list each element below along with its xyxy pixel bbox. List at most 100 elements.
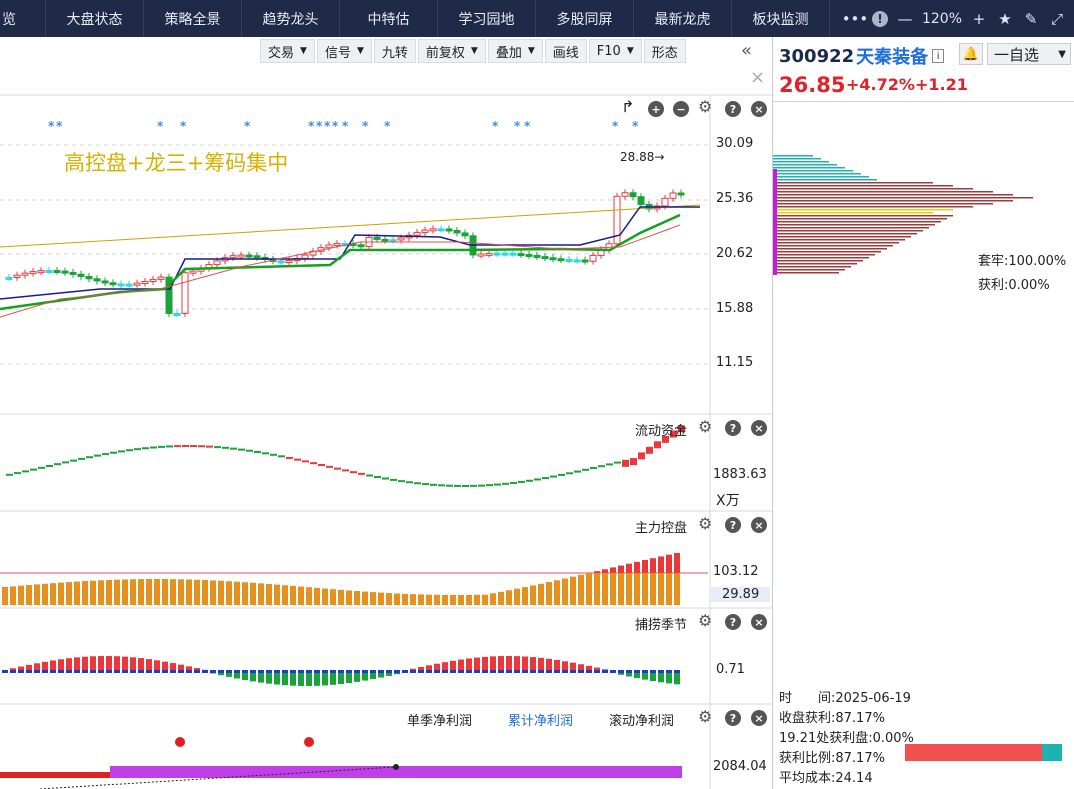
season-base-75 bbox=[602, 670, 608, 673]
flow-mark-33 bbox=[270, 453, 277, 456]
candle-body-10 bbox=[85, 275, 93, 280]
control-bar-28 bbox=[226, 581, 232, 605]
zoom-in-icon[interactable]: + bbox=[970, 10, 988, 28]
control-bar-11 bbox=[90, 580, 96, 605]
flow-mark-13 bbox=[110, 451, 117, 454]
help-icon[interactable]: ? bbox=[725, 101, 741, 117]
candle-body-55 bbox=[445, 228, 453, 232]
profit-tab-cumulative[interactable]: 累计净利润 bbox=[508, 710, 573, 729]
chip-at-price: 19.21处获利盘:0.00% bbox=[779, 731, 914, 746]
chip-bar-39 bbox=[773, 272, 839, 274]
candle-body-16 bbox=[133, 282, 141, 286]
season-base-77 bbox=[618, 670, 624, 673]
season-base-69 bbox=[554, 670, 560, 673]
flow-mark-57 bbox=[462, 484, 469, 487]
bell-icon[interactable]: 🔔 bbox=[959, 43, 983, 65]
candle-body-71 bbox=[573, 259, 581, 263]
tab-strategy[interactable]: 策略全景 bbox=[144, 0, 242, 37]
season-base-25 bbox=[202, 670, 208, 673]
control-settings-icon[interactable]: ⚙ bbox=[698, 514, 712, 533]
season-base-51 bbox=[410, 670, 416, 673]
control-bar-8 bbox=[66, 582, 72, 605]
tab-dragon-tiger[interactable]: 最新龙虎 bbox=[634, 0, 732, 37]
flow-panel-title: 流动资金 bbox=[635, 424, 688, 439]
control-bar-23 bbox=[186, 579, 192, 605]
control-bar-55 bbox=[442, 594, 448, 605]
control-bar-51 bbox=[410, 594, 416, 605]
flow-value: 1883.63 bbox=[713, 467, 767, 482]
profit-tab-quarter[interactable]: 单季净利润 bbox=[407, 710, 472, 729]
control-bar-72 bbox=[578, 574, 584, 605]
tab-overview[interactable]: 览 bbox=[0, 0, 46, 37]
chip-bar-31 bbox=[773, 248, 887, 250]
season-base-21 bbox=[170, 670, 176, 673]
season-bar-66 bbox=[530, 657, 536, 672]
candle-body-26 bbox=[213, 260, 221, 266]
tab-multi-stock[interactable]: 多股同屏 bbox=[536, 0, 634, 37]
flow-mark-0 bbox=[6, 473, 13, 476]
season-base-56 bbox=[450, 670, 456, 673]
control-bar-41 bbox=[330, 589, 336, 605]
control-bar-66 bbox=[530, 585, 536, 605]
profit-help-icon[interactable]: ? bbox=[725, 710, 741, 726]
profit-tab-rolling[interactable]: 滚动净利润 bbox=[609, 710, 674, 729]
season-base-0 bbox=[2, 670, 8, 673]
watchlist-button[interactable]: 一自选 ▼ bbox=[987, 43, 1071, 65]
season-base-16 bbox=[130, 670, 136, 673]
expand-icon[interactable]: ⤢ bbox=[1048, 10, 1066, 28]
season-base-28 bbox=[226, 670, 232, 673]
star-icon[interactable]: ★ bbox=[996, 10, 1014, 28]
profit-close-icon[interactable]: × bbox=[751, 710, 767, 726]
profit-marker-1 bbox=[175, 737, 185, 747]
control-bar-40 bbox=[322, 588, 328, 605]
tab-market-status[interactable]: 大盘状态 bbox=[46, 0, 144, 37]
control-bar-12 bbox=[98, 580, 104, 605]
chip-bar-20 bbox=[773, 215, 953, 217]
redo-icon[interactable]: ↱ bbox=[621, 97, 634, 116]
season-bar-14 bbox=[114, 656, 120, 672]
tab-learning[interactable]: 学习园地 bbox=[438, 0, 536, 37]
candle-body-51 bbox=[413, 231, 421, 236]
flow-mark-5 bbox=[46, 465, 53, 467]
chip-bar-1 bbox=[773, 158, 821, 160]
flow-mark-7 bbox=[62, 461, 69, 464]
close-icon[interactable]: × bbox=[751, 101, 767, 117]
flow-settings-icon[interactable]: ⚙ bbox=[698, 417, 712, 436]
flow-mark-56 bbox=[454, 484, 461, 487]
season-base-33 bbox=[266, 670, 272, 673]
candle-body-64 bbox=[517, 253, 525, 257]
flow-mark-71 bbox=[574, 470, 581, 473]
season-base-8 bbox=[66, 670, 72, 673]
season-base-61 bbox=[490, 670, 496, 673]
control-bar-21 bbox=[170, 579, 176, 605]
add-indicator-icon[interactable]: + bbox=[648, 101, 664, 117]
season-base-53 bbox=[426, 670, 432, 673]
price-label-4: 15.88 bbox=[716, 301, 754, 316]
control-bar-29 bbox=[234, 581, 240, 605]
stock-name[interactable]: 天秦装备 bbox=[856, 43, 928, 69]
alert-icon[interactable]: ! bbox=[871, 10, 888, 27]
candle-body-48 bbox=[389, 239, 397, 243]
profit-settings-icon[interactable]: ⚙ bbox=[698, 707, 712, 726]
chip-profit-ratio: 获利比例:87.17% bbox=[779, 751, 885, 766]
flow-help-icon[interactable]: ? bbox=[725, 420, 741, 436]
flow-close-icon[interactable]: × bbox=[751, 420, 767, 436]
control-help-icon[interactable]: ? bbox=[725, 517, 741, 533]
season-bar-8 bbox=[66, 658, 72, 672]
info-icon[interactable]: i bbox=[932, 49, 945, 63]
season-help-icon[interactable]: ? bbox=[725, 614, 741, 630]
season-base-81 bbox=[650, 670, 656, 673]
more-icon[interactable]: ••• bbox=[842, 10, 869, 28]
control-close-icon[interactable]: × bbox=[751, 517, 767, 533]
tab-special[interactable]: 中特估 bbox=[340, 0, 438, 37]
candle-body-11 bbox=[93, 278, 101, 282]
season-close-icon[interactable]: × bbox=[751, 614, 767, 630]
tab-sector-monitor[interactable]: 板块监测 bbox=[732, 0, 830, 37]
pen-icon[interactable]: ✎ bbox=[1022, 10, 1040, 28]
season-settings-icon[interactable]: ⚙ bbox=[698, 611, 712, 630]
zoom-out-icon[interactable]: — bbox=[896, 10, 914, 28]
settings-icon[interactable]: ⚙ bbox=[698, 97, 712, 116]
tab-trend-leader[interactable]: 趋势龙头 bbox=[242, 0, 340, 37]
remove-indicator-icon[interactable]: − bbox=[673, 101, 689, 117]
candle-body-70 bbox=[565, 258, 573, 262]
